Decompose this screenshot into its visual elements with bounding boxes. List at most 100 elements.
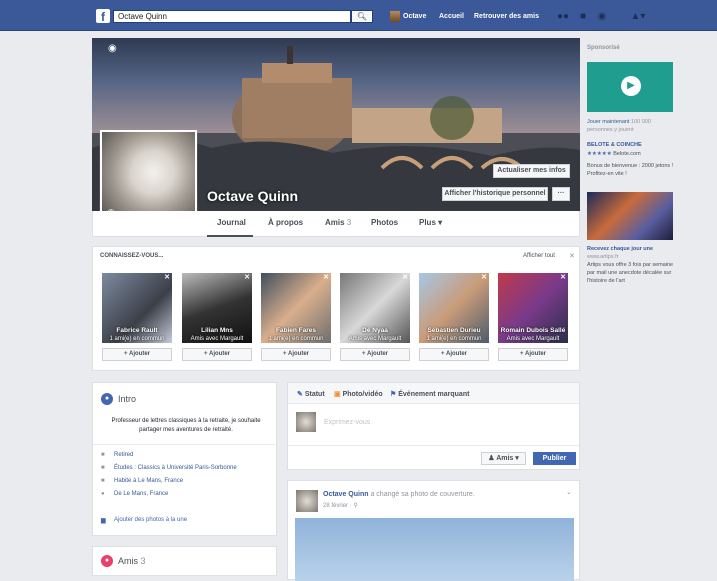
globe-icon: ● xyxy=(101,393,113,405)
profile-name[interactable]: Octave Quinn xyxy=(207,188,298,204)
divider xyxy=(288,445,579,446)
facebook-logo[interactable]: f xyxy=(96,9,110,23)
friends-card: ● Amis 3 xyxy=(92,546,277,576)
person-name[interactable]: Lilian Mns xyxy=(182,327,252,334)
add-friend-icon: + xyxy=(204,351,208,357)
close-icon[interactable]: ✕ xyxy=(323,273,329,281)
add-friend-icon: + xyxy=(283,351,287,357)
person-card[interactable]: ✕ Dé Nyaa Amis avec Margault xyxy=(340,273,410,343)
add-friend-button[interactable]: + Ajouter xyxy=(182,348,252,361)
avatar xyxy=(296,412,316,432)
status-tab-label: Statut xyxy=(304,391,325,398)
tab-photos[interactable]: Photos xyxy=(371,218,398,227)
search-icon[interactable]: 🔍︎ xyxy=(351,10,373,23)
play-icon: ▶ xyxy=(621,76,641,96)
settings-icon[interactable]: ▲▾ xyxy=(625,11,651,22)
education-icon: ■ xyxy=(101,465,105,471)
post-author[interactable]: Octave Quinn xyxy=(323,491,369,498)
view-activity-log-button[interactable]: Afficher l'historique personnel xyxy=(442,187,548,201)
person-card[interactable]: ✕ Fabien Fares 1 ami(e) en commun xyxy=(261,273,331,343)
mutual-friends: Amis avec Margault xyxy=(506,336,560,342)
ad-title[interactable]: BELOTE & COINCHE xyxy=(587,141,677,149)
profile-image xyxy=(102,132,195,222)
find-friends-link[interactable]: Retrouver des amis xyxy=(474,13,539,20)
mutual-friends: 1 ami(e) en commun xyxy=(268,336,324,342)
status-input[interactable]: Exprimez-vous xyxy=(324,419,370,426)
life-event-tab[interactable]: ⚑ Événement marquant xyxy=(390,390,469,398)
intro-item[interactable]: Habite à Le Mans, France xyxy=(114,478,183,484)
close-icon[interactable]: ✕ xyxy=(481,273,487,281)
add-friend-button[interactable]: + Ajouter xyxy=(498,348,568,361)
ad-site: Belote.com xyxy=(613,151,641,157)
intro-item[interactable]: Retired xyxy=(114,452,133,458)
person-card[interactable]: ✕ Lilian Mns Amis avec Margault xyxy=(182,273,252,343)
person-name[interactable]: Fabrice Rault xyxy=(102,327,172,334)
person-card[interactable]: ✕ Sébastien Durieu 1 ami(e) en commun xyxy=(419,273,489,343)
friends-title-label: Amis xyxy=(118,556,138,566)
more-options-button[interactable]: ··· xyxy=(552,187,570,201)
user-avatar[interactable] xyxy=(390,11,400,22)
friends-count: 3 xyxy=(140,556,146,566)
post-image[interactable] xyxy=(295,518,574,581)
close-icon[interactable]: ✕ xyxy=(164,273,170,281)
add-friend-label: Ajouter xyxy=(208,351,230,357)
status-tab[interactable]: ✎ Statut xyxy=(297,390,325,398)
update-info-button[interactable]: Actualiser mes infos xyxy=(493,164,570,178)
publish-button[interactable]: Publier xyxy=(533,452,576,465)
photo-video-tab-label: Photo/vidéo xyxy=(342,391,383,398)
chevron-down-icon[interactable]: ⌄ xyxy=(566,488,572,496)
show-all-link[interactable]: Afficher tout xyxy=(523,253,555,259)
ad-image[interactable]: ▶ xyxy=(587,62,673,112)
search-input[interactable]: Octave Quinn xyxy=(113,10,351,23)
post-date[interactable]: 28 février · ⚲ xyxy=(323,502,358,509)
tab-about[interactable]: À propos xyxy=(268,218,303,227)
photo-video-tab[interactable]: ▣ Photo/vidéo xyxy=(334,390,383,398)
person-name[interactable]: Dé Nyaa xyxy=(340,327,410,334)
avatar[interactable] xyxy=(296,490,318,512)
home-icon: ■ xyxy=(101,478,105,484)
person-card[interactable]: ✕ Romain Dubois Sallé Amis avec Margault xyxy=(498,273,568,343)
ad-cta[interactable]: Jouer maintenant 100 000 personnes y jou… xyxy=(587,118,677,134)
friends-icon: ● xyxy=(101,555,113,567)
location-icon: ● xyxy=(101,491,105,497)
composer: ✎ Statut ▣ Photo/vidéo ⚑ Événement marqu… xyxy=(287,382,580,470)
add-friend-icon: + xyxy=(441,351,445,357)
camera-icon[interactable]: ◉ xyxy=(108,43,117,54)
notifications-icon[interactable]: ◉ xyxy=(596,11,608,22)
add-friend-button[interactable]: + Ajouter xyxy=(102,348,172,361)
profile-picture[interactable]: ◉ xyxy=(100,130,197,224)
tab-friends[interactable]: Amis 3 xyxy=(325,218,351,227)
ad-title[interactable]: Recevez chaque jour une xyxy=(587,245,677,253)
add-friend-label: Ajouter xyxy=(366,351,388,357)
add-friend-button[interactable]: + Ajouter xyxy=(340,348,410,361)
ad-image[interactable] xyxy=(587,192,673,240)
intro-item[interactable]: De Le Mans, France xyxy=(114,491,168,497)
person-card[interactable]: ✕ Fabrice Rault 1 ami(e) en commun xyxy=(102,273,172,343)
tab-more[interactable]: Plus ▾ xyxy=(419,218,442,227)
person-name[interactable]: Sébastien Durieu xyxy=(419,327,489,334)
close-icon[interactable]: ✕ xyxy=(402,273,408,281)
add-friend-button[interactable]: + Ajouter xyxy=(419,348,489,361)
rating-stars: ★★★★★ xyxy=(587,151,612,157)
tab-journal[interactable]: Journal xyxy=(217,218,246,227)
messages-icon[interactable]: ■ xyxy=(577,11,589,22)
ad-site: www.artips.fr xyxy=(587,254,619,260)
close-icon[interactable]: ✕ xyxy=(244,273,250,281)
person-name[interactable]: Romain Dubois Sallé xyxy=(498,327,568,334)
top-bar: f Octave Quinn 🔍︎ Octave Accueil Retrouv… xyxy=(0,0,717,31)
add-featured-photos-link[interactable]: Ajouter des photos à la une xyxy=(114,517,187,523)
intro-item[interactable]: Études : Classics à Université Paris-Sor… xyxy=(114,465,237,471)
job-icon: ■ xyxy=(101,452,105,458)
friends-title[interactable]: Amis 3 xyxy=(118,556,146,566)
home-link[interactable]: Accueil xyxy=(439,13,464,20)
close-icon[interactable]: ✕ xyxy=(569,252,575,260)
audience-selector[interactable]: ♟ Amis ▾ xyxy=(481,452,526,465)
sponsored-title: Sponsorisé xyxy=(587,45,620,51)
person-name[interactable]: Fabien Fares xyxy=(261,327,331,334)
close-icon[interactable]: ✕ xyxy=(560,273,566,281)
divider xyxy=(93,444,276,445)
add-friend-icon: + xyxy=(520,351,524,357)
friend-requests-icon[interactable]: ●● xyxy=(557,11,569,22)
profile-link[interactable]: Octave xyxy=(403,13,426,20)
add-friend-button[interactable]: + Ajouter xyxy=(261,348,331,361)
